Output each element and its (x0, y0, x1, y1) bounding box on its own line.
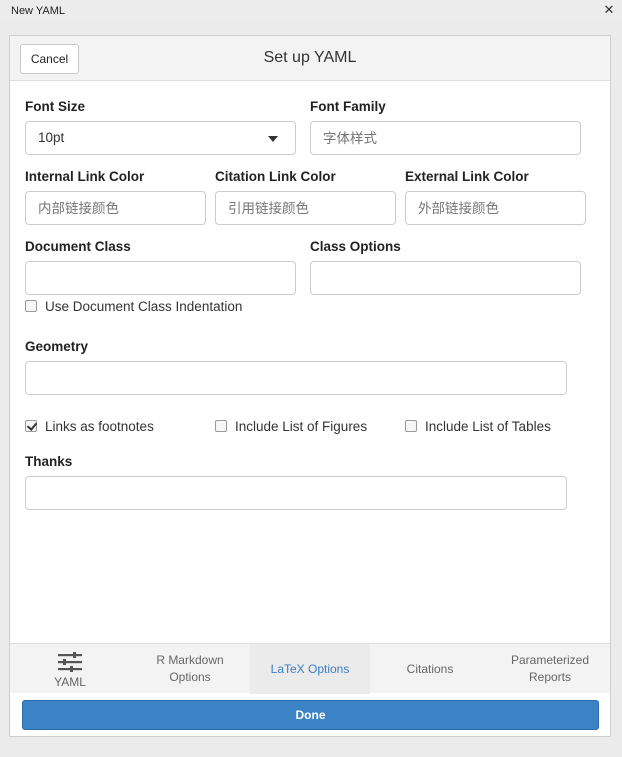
window-title: New YAML (11, 5, 66, 17)
tab-citations[interactable]: Citations (390, 644, 470, 694)
geometry-input[interactable] (25, 361, 567, 395)
include-list-tables-checkbox[interactable] (405, 420, 417, 432)
include-list-figures-option[interactable]: Include List of Figures (215, 419, 395, 435)
tab-parameterized-reports[interactable]: Parameterized Reports (500, 644, 600, 694)
use-doc-class-indent-checkbox[interactable] (25, 300, 37, 312)
font-size-select[interactable]: 10pt (25, 121, 296, 155)
use-doc-class-indent-label: Use Document Class Indentation (45, 299, 243, 314)
citation-link-color-input[interactable] (215, 191, 396, 225)
tab-parameterized-reports-line2: Reports (528, 670, 572, 684)
include-list-figures-label: Include List of Figures (235, 419, 368, 434)
yaml-dialog: Cancel Set up YAML Font Size 10pt Font F… (9, 35, 611, 737)
tab-rmarkdown-options-line2: Options (169, 670, 211, 684)
links-as-footnotes-checkbox[interactable] (25, 420, 37, 432)
links-as-footnotes-label: Links as footnotes (45, 419, 154, 434)
done-button[interactable]: Done (22, 700, 599, 730)
geometry-label: Geometry (25, 339, 89, 354)
font-family-input[interactable] (310, 121, 581, 155)
chevron-down-icon (268, 136, 278, 142)
tab-parameterized-reports-line1: Parameterized (510, 653, 590, 667)
thanks-label: Thanks (25, 454, 73, 469)
tab-latex-options-label: LaTeX Options (270, 662, 350, 676)
close-icon[interactable]: ✕ (602, 2, 616, 18)
tab-yaml[interactable]: YAML (35, 644, 105, 694)
citation-link-color-label: Citation Link Color (215, 169, 336, 184)
internal-link-color-label: Internal Link Color (25, 169, 145, 184)
tab-citations-label: Citations (406, 662, 454, 676)
links-as-footnotes-option[interactable]: Links as footnotes (25, 419, 205, 435)
dialog-title: Set up YAML (263, 49, 357, 66)
external-link-color-label: External Link Color (405, 169, 529, 184)
tab-bar: YAML R Markdown Options LaTeX Options Ci… (10, 643, 610, 694)
use-doc-class-indent-option[interactable]: Use Document Class Indentation (25, 299, 325, 315)
font-family-label: Font Family (310, 99, 386, 114)
class-options-input[interactable] (310, 261, 581, 295)
class-options-label: Class Options (310, 239, 401, 254)
tab-latex-options[interactable]: LaTeX Options (250, 644, 370, 694)
include-list-tables-option[interactable]: Include List of Tables (405, 419, 585, 435)
external-link-color-input[interactable] (405, 191, 586, 225)
thanks-input[interactable] (25, 476, 567, 510)
tab-rmarkdown-options[interactable]: R Markdown Options (140, 644, 240, 694)
document-class-input[interactable] (25, 261, 296, 295)
internal-link-color-input[interactable] (25, 191, 206, 225)
include-list-figures-checkbox[interactable] (215, 420, 227, 432)
tab-rmarkdown-options-line1: R Markdown (156, 653, 224, 667)
sliders-icon (58, 652, 82, 672)
document-class-label: Document Class (25, 239, 131, 254)
font-size-label: Font Size (25, 99, 85, 114)
include-list-tables-label: Include List of Tables (425, 419, 551, 434)
window-titlebar: New YAML ✕ (0, 0, 622, 22)
dialog-header: Cancel Set up YAML (10, 36, 610, 81)
font-size-value: 10pt (38, 130, 65, 145)
tab-yaml-label: YAML (54, 675, 86, 689)
